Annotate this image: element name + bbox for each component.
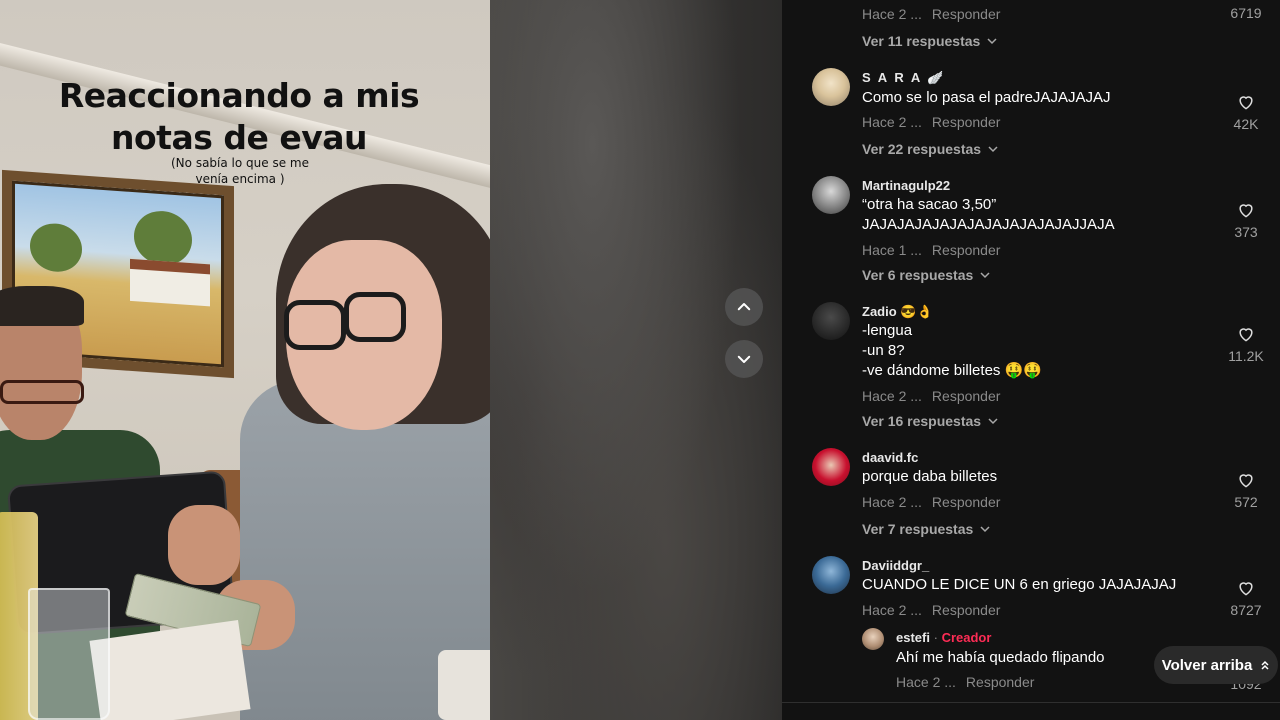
comment-text-line: JAJAJAJAJAJAJAJAJAJAJAJAJJAJA	[862, 216, 1115, 233]
avatar[interactable]	[812, 68, 850, 106]
mug	[438, 650, 490, 720]
comment-meta: Hace 2 ... Responder	[862, 388, 1000, 404]
reply-link[interactable]: Responder	[932, 114, 1001, 130]
comment-meta: Hace 2 ... Responder	[862, 602, 1000, 618]
reply-link[interactable]: Responder	[966, 674, 1035, 690]
comment-username[interactable]: Daviiddgr_	[862, 558, 929, 573]
comment-text-line: -lengua	[862, 322, 913, 339]
chevron-up-icon	[737, 303, 751, 311]
comment-text-line: -ve dándome billetes 🤑🤑	[862, 362, 1042, 379]
creator-badge: Creador	[941, 630, 992, 645]
heart-icon	[1239, 96, 1253, 110]
like-button[interactable]: 373	[1224, 200, 1268, 240]
heart-icon	[1239, 582, 1253, 596]
comment-time: Hace 2 ...	[862, 388, 922, 404]
reply-link[interactable]: Responder	[932, 388, 1001, 404]
like-count: 8727	[1230, 602, 1262, 618]
like-button[interactable]: 572	[1224, 470, 1268, 510]
view-replies-button[interactable]: Ver 6 respuestas	[862, 267, 991, 283]
back-to-top-button[interactable]: Volver arriba	[1154, 646, 1278, 684]
like-count: 6719	[1230, 5, 1262, 21]
reply-link[interactable]: Responder	[932, 242, 1001, 258]
double-chevron-up-icon	[1261, 660, 1269, 670]
like-count: 11.2K	[1228, 348, 1264, 364]
view-replies-button[interactable]: Ver 11 respuestas	[862, 33, 998, 49]
comments-panel[interactable]: Hace 2 ... Responder 6719 Ver 11 respuest…	[782, 0, 1280, 720]
like-count: 373	[1234, 224, 1258, 240]
reply-username[interactable]: estefi · Creador	[896, 630, 991, 645]
previous-video-button[interactable]	[725, 288, 763, 326]
comment-meta: Hace 1 ... Responder	[862, 242, 1000, 258]
video-caption-line: Reaccionando a mis	[58, 76, 420, 115]
comment-text: Como se lo pasa el padreJAJAJAJAJ	[862, 89, 1111, 106]
like-count: 42K	[1233, 116, 1259, 132]
chevron-down-icon	[988, 418, 998, 425]
comment-time: Hace 1 ...	[862, 242, 922, 258]
comment-time: Hace 2 ...	[862, 6, 922, 22]
comment-time: Hace 2 ...	[862, 602, 922, 618]
comment-username[interactable]: daavid.fc	[862, 450, 918, 465]
video-subcaption-line: venía encima )	[195, 172, 285, 186]
heart-icon	[1239, 474, 1253, 488]
comment-text-line: -un 8?	[862, 342, 905, 359]
comment-text: CUANDO LE DICE UN 6 en griego JAJAJAJAJ	[862, 576, 1177, 593]
comment-time: Hace 2 ...	[862, 494, 922, 510]
reply-meta: Hace 2 ... Responder	[896, 674, 1034, 690]
reply-link[interactable]: Responder	[932, 6, 1001, 22]
video-subcaption-line: (No sabía lo que se me	[171, 156, 309, 170]
like-button[interactable]: 8727	[1224, 578, 1268, 618]
comment-username[interactable]: Martinagulp22	[862, 178, 950, 193]
comment-time: Hace 2 ...	[862, 114, 922, 130]
like-button[interactable]: 11.2K	[1224, 324, 1268, 364]
like-count-area: 6719	[1224, 5, 1268, 21]
reply-link[interactable]: Responder	[932, 602, 1001, 618]
heart-icon	[1239, 204, 1253, 218]
chevron-down-icon	[988, 146, 998, 153]
comment-text-line: “otra ha sacao 3,50”	[862, 196, 997, 213]
reply-time: Hace 2 ...	[896, 674, 956, 690]
hand	[168, 505, 240, 585]
view-replies-label: Ver 11 respuestas	[862, 33, 981, 49]
back-to-top-label: Volver arriba	[1161, 656, 1253, 674]
avatar[interactable]	[862, 628, 884, 650]
comment-username[interactable]: Zadio 😎👌	[862, 304, 933, 320]
panel-divider	[782, 702, 1280, 703]
chevron-down-icon	[737, 355, 751, 363]
drinking-glass	[28, 588, 110, 720]
comment-text: porque daba billetes	[862, 468, 998, 485]
view-replies-label: Ver 22 respuestas	[862, 141, 982, 157]
video-frame[interactable]: Reaccionando a mis notas de evau (No sab…	[0, 0, 490, 720]
avatar[interactable]	[812, 448, 850, 486]
video-player[interactable]: Reaccionando a mis notas de evau (No sab…	[0, 0, 782, 720]
like-button[interactable]: 42K	[1224, 92, 1268, 132]
view-replies-label: Ver 16 respuestas	[862, 413, 982, 429]
next-video-button[interactable]	[725, 340, 763, 378]
chevron-down-icon	[987, 38, 997, 45]
chevron-down-icon	[980, 272, 990, 279]
comment-username[interactable]: S A R A 🪽	[862, 70, 944, 86]
video-caption-line: notas de evau	[111, 118, 368, 157]
heart-icon	[1239, 328, 1253, 342]
view-replies-label: Ver 6 respuestas	[862, 267, 974, 283]
comment-meta: Hace 2 ... Responder	[862, 114, 1000, 130]
reply-link[interactable]: Responder	[932, 494, 1001, 510]
avatar[interactable]	[812, 556, 850, 594]
like-count: 572	[1234, 494, 1258, 510]
view-replies-button[interactable]: Ver 7 respuestas	[862, 521, 991, 537]
chevron-down-icon	[980, 526, 990, 533]
avatar[interactable]	[812, 302, 850, 340]
view-replies-button[interactable]: Ver 22 respuestas	[862, 141, 999, 157]
comment-meta: Hace 2 ... Responder	[862, 494, 1000, 510]
view-replies-button[interactable]: Ver 16 respuestas	[862, 413, 999, 429]
avatar[interactable]	[812, 176, 850, 214]
comment-meta: Hace 2 ... Responder	[862, 6, 1000, 22]
view-replies-label: Ver 7 respuestas	[862, 521, 974, 537]
reply-text: Ahí me había quedado flipando	[896, 649, 1105, 666]
